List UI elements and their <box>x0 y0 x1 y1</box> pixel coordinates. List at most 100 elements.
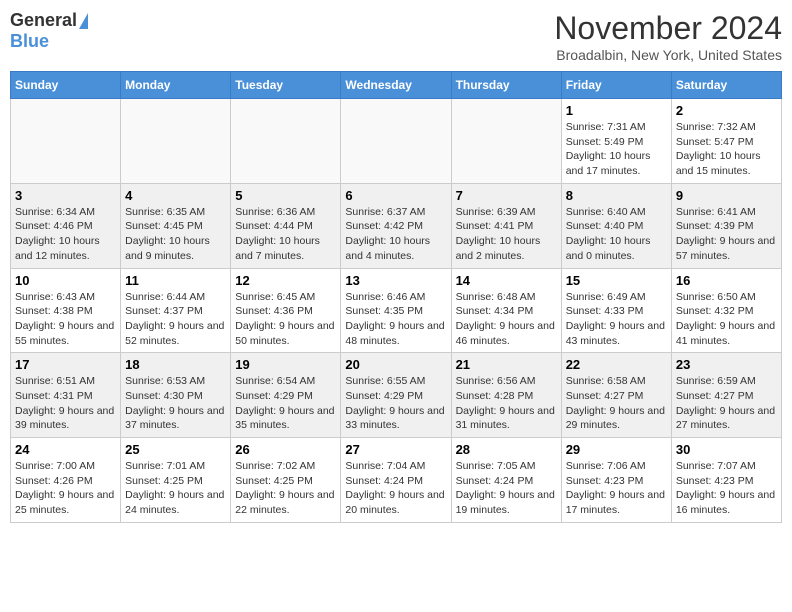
calendar-cell: 17 Sunrise: 6:51 AM Sunset: 4:31 PM Dayli… <box>11 353 121 438</box>
day-info: Sunrise: 6:59 AM Sunset: 4:27 PM Dayligh… <box>676 374 777 433</box>
day-info: Sunrise: 6:40 AM Sunset: 4:40 PM Dayligh… <box>566 205 667 264</box>
calendar-header-row: SundayMondayTuesdayWednesdayThursdayFrid… <box>11 72 782 99</box>
day-info: Sunrise: 6:43 AM Sunset: 4:38 PM Dayligh… <box>15 290 116 349</box>
calendar-cell <box>451 99 561 184</box>
day-info: Sunrise: 6:34 AM Sunset: 4:46 PM Dayligh… <box>15 205 116 264</box>
calendar-table: SundayMondayTuesdayWednesdayThursdayFrid… <box>10 71 782 523</box>
day-info: Sunrise: 7:04 AM Sunset: 4:24 PM Dayligh… <box>345 459 446 518</box>
calendar-cell: 14 Sunrise: 6:48 AM Sunset: 4:34 PM Dayli… <box>451 268 561 353</box>
day-number: 8 <box>566 188 667 203</box>
calendar-cell: 26 Sunrise: 7:02 AM Sunset: 4:25 PM Dayli… <box>231 438 341 523</box>
day-number: 20 <box>345 357 446 372</box>
calendar-cell: 24 Sunrise: 7:00 AM Sunset: 4:26 PM Dayli… <box>11 438 121 523</box>
calendar-cell: 6Sunrise: 6:37 AM Sunset: 4:42 PM Daylig… <box>341 183 451 268</box>
calendar-cell: 23 Sunrise: 6:59 AM Sunset: 4:27 PM Dayli… <box>671 353 781 438</box>
calendar-cell: 28 Sunrise: 7:05 AM Sunset: 4:24 PM Dayli… <box>451 438 561 523</box>
calendar-cell: 3Sunrise: 6:34 AM Sunset: 4:46 PM Daylig… <box>11 183 121 268</box>
calendar-cell: 1 Sunrise: 7:31 AM Sunset: 5:49 PM Daylig… <box>561 99 671 184</box>
calendar-cell: 21Sunrise: 6:56 AM Sunset: 4:28 PM Dayli… <box>451 353 561 438</box>
day-info: Sunrise: 6:39 AM Sunset: 4:41 PM Dayligh… <box>456 205 557 264</box>
day-info: Sunrise: 6:51 AM Sunset: 4:31 PM Dayligh… <box>15 374 116 433</box>
day-number: 9 <box>676 188 777 203</box>
day-number: 25 <box>125 442 226 457</box>
logo-general-text: General <box>10 10 77 31</box>
calendar-cell: 7 Sunrise: 6:39 AM Sunset: 4:41 PM Daylig… <box>451 183 561 268</box>
header-sunday: Sunday <box>11 72 121 99</box>
day-number: 10 <box>15 273 116 288</box>
day-number: 30 <box>676 442 777 457</box>
day-number: 1 <box>566 103 667 118</box>
day-number: 13 <box>345 273 446 288</box>
day-number: 4 <box>125 188 226 203</box>
calendar-cell: 2 Sunrise: 7:32 AM Sunset: 5:47 PM Daylig… <box>671 99 781 184</box>
page-header: General Blue November 2024 Broadalbin, N… <box>10 10 782 63</box>
calendar-cell <box>231 99 341 184</box>
day-number: 14 <box>456 273 557 288</box>
calendar-cell: 8 Sunrise: 6:40 AM Sunset: 4:40 PM Daylig… <box>561 183 671 268</box>
header-friday: Friday <box>561 72 671 99</box>
calendar-cell: 13 Sunrise: 6:46 AM Sunset: 4:35 PM Dayli… <box>341 268 451 353</box>
day-info: Sunrise: 6:50 AM Sunset: 4:32 PM Dayligh… <box>676 290 777 349</box>
calendar-week-5: 24 Sunrise: 7:00 AM Sunset: 4:26 PM Dayli… <box>11 438 782 523</box>
calendar-cell: 25 Sunrise: 7:01 AM Sunset: 4:25 PM Dayli… <box>121 438 231 523</box>
calendar-cell: 15Sunrise: 6:49 AM Sunset: 4:33 PM Dayli… <box>561 268 671 353</box>
day-number: 29 <box>566 442 667 457</box>
day-info: Sunrise: 7:02 AM Sunset: 4:25 PM Dayligh… <box>235 459 336 518</box>
header-wednesday: Wednesday <box>341 72 451 99</box>
calendar-cell: 16 Sunrise: 6:50 AM Sunset: 4:32 PM Dayli… <box>671 268 781 353</box>
day-info: Sunrise: 7:01 AM Sunset: 4:25 PM Dayligh… <box>125 459 226 518</box>
calendar-cell <box>121 99 231 184</box>
day-info: Sunrise: 6:58 AM Sunset: 4:27 PM Dayligh… <box>566 374 667 433</box>
calendar-cell: 20 Sunrise: 6:55 AM Sunset: 4:29 PM Dayli… <box>341 353 451 438</box>
day-number: 7 <box>456 188 557 203</box>
day-number: 23 <box>676 357 777 372</box>
day-info: Sunrise: 6:41 AM Sunset: 4:39 PM Dayligh… <box>676 205 777 264</box>
calendar-cell <box>11 99 121 184</box>
day-number: 11 <box>125 273 226 288</box>
calendar-cell: 22Sunrise: 6:58 AM Sunset: 4:27 PM Dayli… <box>561 353 671 438</box>
title-area: November 2024 Broadalbin, New York, Unit… <box>554 10 782 63</box>
day-info: Sunrise: 6:49 AM Sunset: 4:33 PM Dayligh… <box>566 290 667 349</box>
day-number: 26 <box>235 442 336 457</box>
calendar-cell: 27 Sunrise: 7:04 AM Sunset: 4:24 PM Dayli… <box>341 438 451 523</box>
calendar-week-4: 17 Sunrise: 6:51 AM Sunset: 4:31 PM Dayli… <box>11 353 782 438</box>
calendar-cell: 12Sunrise: 6:45 AM Sunset: 4:36 PM Dayli… <box>231 268 341 353</box>
calendar-cell <box>341 99 451 184</box>
day-info: Sunrise: 6:37 AM Sunset: 4:42 PM Dayligh… <box>345 205 446 264</box>
day-number: 17 <box>15 357 116 372</box>
header-monday: Monday <box>121 72 231 99</box>
month-title: November 2024 <box>554 10 782 47</box>
day-info: Sunrise: 6:44 AM Sunset: 4:37 PM Dayligh… <box>125 290 226 349</box>
calendar-cell: 4 Sunrise: 6:35 AM Sunset: 4:45 PM Daylig… <box>121 183 231 268</box>
logo-blue-text: Blue <box>10 31 49 52</box>
day-info: Sunrise: 6:46 AM Sunset: 4:35 PM Dayligh… <box>345 290 446 349</box>
calendar-cell: 19Sunrise: 6:54 AM Sunset: 4:29 PM Dayli… <box>231 353 341 438</box>
calendar-cell: 10 Sunrise: 6:43 AM Sunset: 4:38 PM Dayli… <box>11 268 121 353</box>
day-info: Sunrise: 6:48 AM Sunset: 4:34 PM Dayligh… <box>456 290 557 349</box>
day-info: Sunrise: 7:06 AM Sunset: 4:23 PM Dayligh… <box>566 459 667 518</box>
day-number: 12 <box>235 273 336 288</box>
day-info: Sunrise: 7:07 AM Sunset: 4:23 PM Dayligh… <box>676 459 777 518</box>
day-info: Sunrise: 6:54 AM Sunset: 4:29 PM Dayligh… <box>235 374 336 433</box>
day-number: 24 <box>15 442 116 457</box>
header-saturday: Saturday <box>671 72 781 99</box>
day-info: Sunrise: 7:31 AM Sunset: 5:49 PM Dayligh… <box>566 120 667 179</box>
day-number: 16 <box>676 273 777 288</box>
day-info: Sunrise: 7:00 AM Sunset: 4:26 PM Dayligh… <box>15 459 116 518</box>
day-number: 28 <box>456 442 557 457</box>
day-number: 2 <box>676 103 777 118</box>
calendar-cell: 9 Sunrise: 6:41 AM Sunset: 4:39 PM Daylig… <box>671 183 781 268</box>
day-number: 5 <box>235 188 336 203</box>
logo-triangle-icon <box>79 13 88 29</box>
day-info: Sunrise: 6:55 AM Sunset: 4:29 PM Dayligh… <box>345 374 446 433</box>
header-thursday: Thursday <box>451 72 561 99</box>
day-number: 27 <box>345 442 446 457</box>
calendar-cell: 30 Sunrise: 7:07 AM Sunset: 4:23 PM Dayli… <box>671 438 781 523</box>
day-info: Sunrise: 7:32 AM Sunset: 5:47 PM Dayligh… <box>676 120 777 179</box>
day-info: Sunrise: 7:05 AM Sunset: 4:24 PM Dayligh… <box>456 459 557 518</box>
day-number: 21 <box>456 357 557 372</box>
calendar-week-1: 1 Sunrise: 7:31 AM Sunset: 5:49 PM Daylig… <box>11 99 782 184</box>
day-info: Sunrise: 6:36 AM Sunset: 4:44 PM Dayligh… <box>235 205 336 264</box>
day-info: Sunrise: 6:35 AM Sunset: 4:45 PM Dayligh… <box>125 205 226 264</box>
day-number: 18 <box>125 357 226 372</box>
